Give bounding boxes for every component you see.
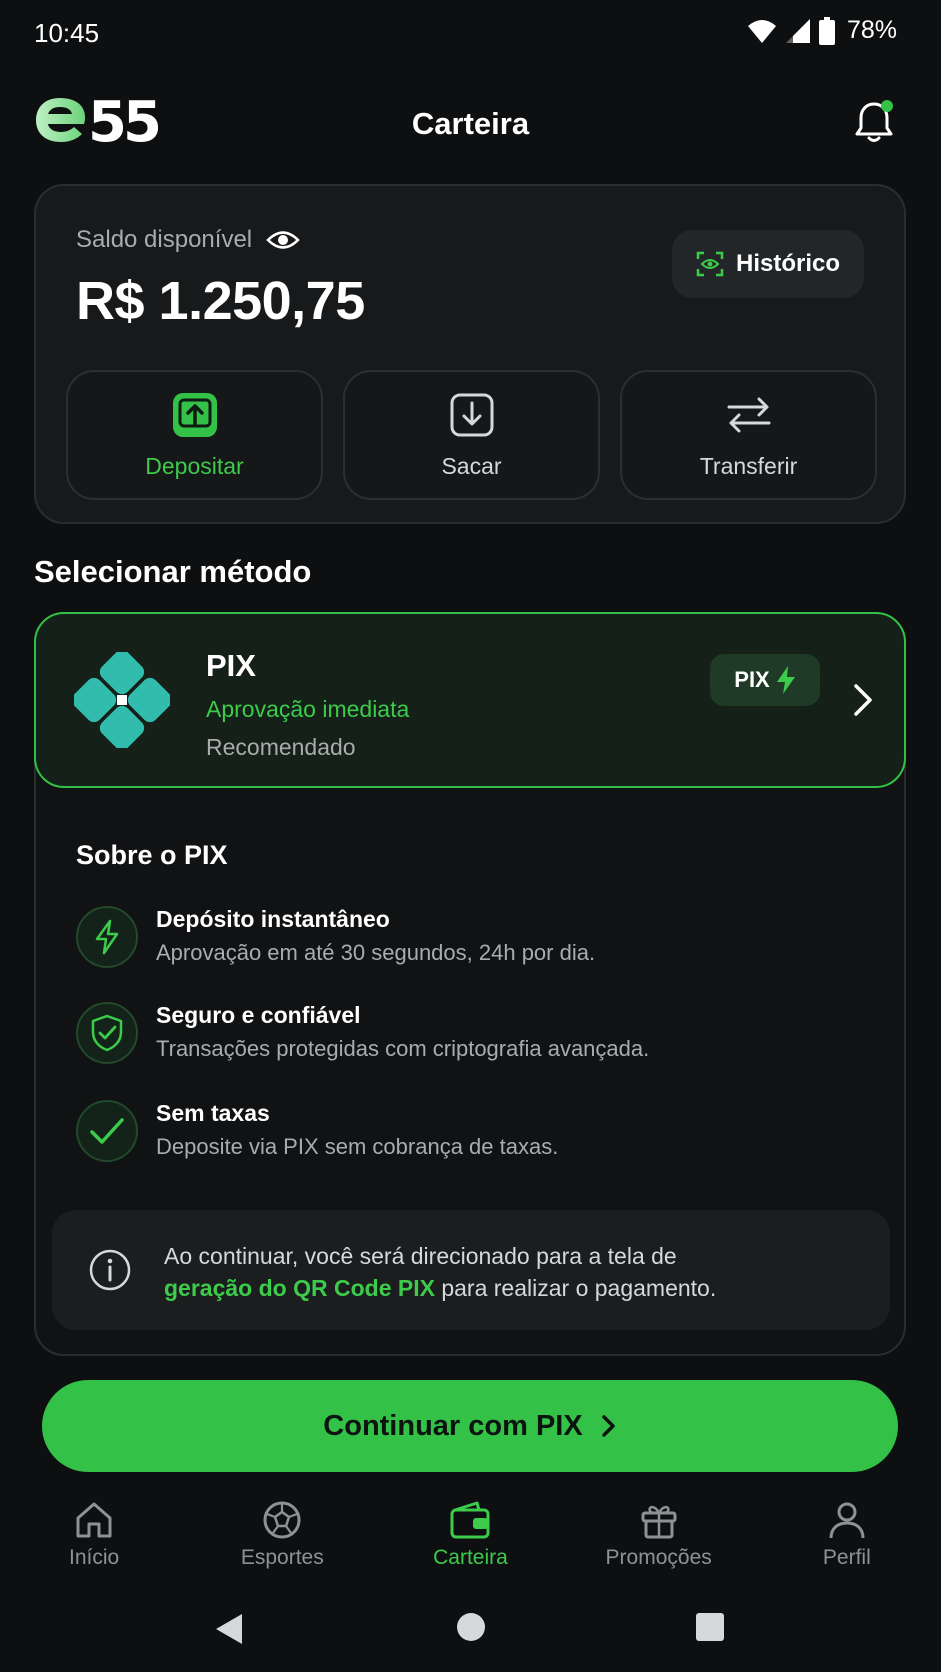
nav-label: Início bbox=[68, 1546, 120, 1569]
nav-label: Esportes bbox=[240, 1546, 324, 1569]
withdraw-button[interactable]: Sacar bbox=[343, 370, 600, 500]
feature-desc: Transações protegidas com criptografia a… bbox=[156, 1036, 650, 1061]
recents-icon[interactable] bbox=[695, 1612, 725, 1642]
info-box: Ao continuar, você será direcionado para… bbox=[52, 1210, 890, 1330]
nav-sports[interactable]: Esportes bbox=[188, 1490, 376, 1590]
method-approval: Aprovação imediata bbox=[206, 696, 410, 722]
continue-pix-button[interactable]: Continuar com PIX bbox=[42, 1380, 898, 1472]
transfer-icon bbox=[727, 397, 770, 432]
battery-percent: 78% bbox=[846, 16, 897, 44]
history-icon bbox=[696, 251, 724, 277]
lightning-icon bbox=[776, 666, 795, 694]
info-icon bbox=[89, 1249, 131, 1291]
system-nav bbox=[0, 1604, 941, 1658]
check-icon bbox=[76, 1100, 138, 1162]
lightning-icon bbox=[76, 906, 138, 968]
section-title: Selecionar método bbox=[34, 554, 312, 589]
deposit-button[interactable]: Depositar bbox=[66, 370, 323, 500]
bottom-nav: Início Esportes Carteira Promoções Perfi… bbox=[0, 1490, 941, 1590]
app-header: 55 Carteira bbox=[0, 86, 941, 166]
balance-amount: R$ 1.250,75 bbox=[76, 271, 365, 331]
info-line1: Ao continuar, você será direcionado para… bbox=[164, 1243, 677, 1269]
user-icon bbox=[829, 1502, 865, 1539]
info-text: Ao continuar, você será direcionado para… bbox=[164, 1240, 716, 1304]
withdraw-icon bbox=[450, 393, 493, 436]
pix-badge-label: PIX bbox=[734, 667, 770, 692]
transfer-button[interactable]: Transferir bbox=[620, 370, 877, 500]
nav-label: Perfil bbox=[822, 1546, 871, 1569]
nav-label: Promoções bbox=[605, 1546, 712, 1569]
wifi-icon bbox=[747, 19, 776, 43]
chevron-right-icon[interactable] bbox=[852, 682, 874, 718]
chevron-right-icon bbox=[601, 1415, 615, 1437]
status-icons: 78% bbox=[747, 16, 897, 45]
wallet-actions: Depositar Sacar Transferir bbox=[66, 370, 877, 500]
method-recommended: Recomendado bbox=[206, 734, 356, 760]
status-bar: 10:45 78% bbox=[0, 0, 941, 70]
info-line2: para realizar o pagamento. bbox=[434, 1275, 717, 1301]
home-button-icon[interactable] bbox=[456, 1612, 486, 1642]
battery-icon bbox=[818, 16, 835, 45]
nav-home[interactable]: Início bbox=[0, 1490, 188, 1590]
feature-title: Depósito instantâneo bbox=[156, 906, 390, 932]
notification-dot bbox=[881, 100, 893, 112]
page-title: Carteira bbox=[411, 106, 530, 141]
balance-card: Saldo disponível R$ 1.250,75 Histórico D… bbox=[34, 184, 906, 524]
status-time: 10:45 bbox=[34, 18, 100, 48]
pix-method-card[interactable]: PIX Aprovação imediata Recomendado PIX bbox=[34, 612, 906, 788]
transfer-label: Transferir bbox=[699, 452, 798, 479]
history-label: Histórico bbox=[735, 250, 840, 277]
back-icon[interactable] bbox=[214, 1612, 244, 1646]
signal-icon bbox=[785, 18, 810, 43]
method-name: PIX bbox=[206, 648, 256, 683]
eye-icon[interactable] bbox=[266, 229, 300, 251]
pix-badge: PIX bbox=[710, 654, 820, 706]
pix-logo-icon bbox=[74, 652, 170, 748]
method-panel: PIX Aprovação imediata Recomendado PIX S… bbox=[34, 612, 906, 1356]
balance-label: Saldo disponível bbox=[76, 226, 253, 253]
gift-icon bbox=[641, 1505, 677, 1539]
nav-label: Carteira bbox=[433, 1546, 508, 1569]
continue-label: Continuar com PIX bbox=[323, 1409, 583, 1442]
info-link[interactable]: geração do QR Code PIX bbox=[164, 1275, 435, 1301]
home-icon bbox=[76, 1502, 112, 1538]
feature-desc: Deposite via PIX sem cobrança de taxas. bbox=[156, 1134, 559, 1159]
deposit-label: Depositar bbox=[145, 452, 244, 479]
feature-no-fees: Sem taxas Deposite via PIX sem cobrança … bbox=[76, 1100, 876, 1166]
feature-secure: Seguro e confiável Transações protegidas… bbox=[76, 1002, 876, 1068]
feature-instant: Depósito instantâneo Aprovação em até 30… bbox=[76, 906, 876, 972]
wallet-icon bbox=[450, 1501, 490, 1539]
deposit-icon bbox=[172, 392, 217, 437]
nav-wallet[interactable]: Carteira bbox=[376, 1490, 564, 1590]
history-button[interactable]: Histórico bbox=[672, 230, 864, 298]
nav-promotions[interactable]: Promoções bbox=[565, 1490, 753, 1590]
soccer-ball-icon bbox=[263, 1501, 301, 1539]
feature-title: Seguro e confiável bbox=[156, 1002, 361, 1028]
about-title: Sobre o PIX bbox=[76, 840, 228, 870]
nav-profile[interactable]: Perfil bbox=[753, 1490, 941, 1590]
shield-check-icon bbox=[76, 1002, 138, 1064]
withdraw-label: Sacar bbox=[441, 452, 502, 479]
bell-icon[interactable] bbox=[853, 98, 895, 144]
feature-title: Sem taxas bbox=[156, 1100, 270, 1126]
feature-desc: Aprovação em até 30 segundos, 24h por di… bbox=[156, 940, 596, 965]
